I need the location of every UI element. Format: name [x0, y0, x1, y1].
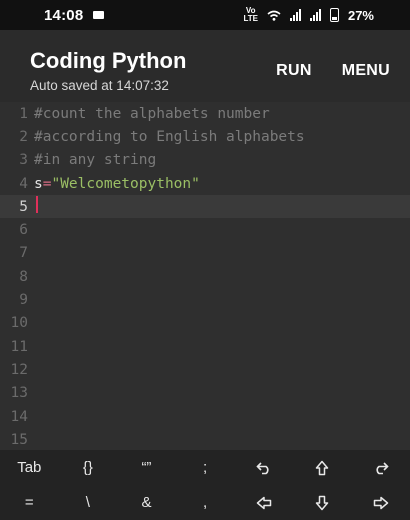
code-line[interactable]: 6 — [0, 218, 410, 241]
notification-icon — [93, 11, 105, 19]
key-row-1: Tab {} “” ; — [0, 450, 410, 485]
arrow-left-key[interactable] — [234, 485, 293, 520]
line-number: 4 — [19, 175, 28, 192]
code-identifier: s — [34, 175, 43, 192]
code-line-active[interactable]: 5 — [0, 195, 410, 219]
code-line[interactable]: 1 #count the alphabets number — [0, 102, 410, 125]
battery-icon — [329, 8, 339, 22]
code-line[interactable]: 2 #according to English alphabets — [0, 125, 410, 148]
line-number: 11 — [10, 338, 28, 355]
semicolon-key[interactable]: ; — [176, 450, 235, 485]
line-number: 12 — [10, 361, 28, 378]
code-line[interactable]: 8 — [0, 265, 410, 288]
backslash-key[interactable]: \ — [59, 485, 118, 520]
code-line[interactable]: 15 — [0, 428, 410, 450]
line-number: 10 — [10, 315, 28, 332]
tab-key[interactable]: Tab — [0, 450, 59, 485]
quotes-key[interactable]: “” — [117, 450, 176, 485]
battery-level: 27% — [347, 7, 374, 23]
signal-icon-2 — [309, 9, 321, 21]
undo-icon — [255, 461, 269, 474]
line-number: 2 — [19, 128, 28, 145]
code-comment: #in any string — [34, 152, 157, 169]
app-bar: Coding Python Auto saved at 14:07:32 RUN… — [0, 30, 410, 102]
code-line[interactable]: 12 — [0, 358, 410, 381]
arrow-down-icon — [315, 495, 329, 510]
redo-icon — [376, 461, 389, 474]
arrow-down-key[interactable] — [293, 485, 352, 520]
app-actions: RUN MENU — [276, 62, 390, 80]
code-line[interactable]: 4 s="Welcometopython" — [0, 172, 410, 195]
undo-key[interactable] — [234, 450, 293, 485]
shift-up-icon — [315, 460, 329, 475]
status-icons: Vo LTE 27% — [243, 7, 374, 23]
equals-key[interactable]: = — [0, 485, 59, 520]
comma-key[interactable]: , — [176, 485, 235, 520]
wifi-icon — [267, 10, 281, 21]
code-line[interactable]: 11 — [0, 335, 410, 358]
signal-icon-1 — [289, 9, 301, 21]
text-cursor — [36, 196, 38, 214]
line-number: 13 — [10, 385, 28, 402]
code-line[interactable]: 9 — [0, 288, 410, 311]
status-time: 14:08 — [44, 6, 84, 24]
line-number: 9 — [19, 292, 28, 309]
code-comment: #according to English alphabets — [34, 128, 305, 145]
line-number: 7 — [19, 245, 28, 262]
line-number: 8 — [19, 268, 28, 285]
code-editor[interactable]: 1 #count the alphabets number 2 #accordi… — [0, 102, 410, 450]
code-line[interactable]: 14 — [0, 405, 410, 428]
line-number: 1 — [19, 105, 28, 122]
code-line[interactable]: 3 #in any string — [0, 149, 410, 172]
shift-up-key[interactable] — [293, 450, 352, 485]
key-row-2: = \ & , — [0, 485, 410, 520]
arrow-right-icon — [373, 496, 388, 509]
line-number: 14 — [10, 408, 28, 425]
status-bar: 14:08 Vo LTE 27% — [0, 0, 410, 30]
line-number: 15 — [10, 431, 28, 448]
braces-key[interactable]: {} — [59, 450, 118, 485]
code-string: "Welcometopython" — [51, 175, 200, 192]
line-number: 3 — [19, 152, 28, 169]
arrow-left-icon — [256, 496, 271, 509]
code-line[interactable]: 10 — [0, 312, 410, 335]
code-comment: #count the alphabets number — [34, 105, 270, 122]
menu-button[interactable]: MENU — [342, 62, 390, 80]
volte-icon: Vo LTE — [243, 6, 258, 23]
arrow-right-key[interactable] — [351, 485, 410, 520]
line-number: 6 — [19, 222, 28, 239]
code-line[interactable]: 7 — [0, 242, 410, 265]
redo-key[interactable] — [351, 450, 410, 485]
code-line[interactable]: 13 — [0, 382, 410, 405]
autosave-status: Auto saved at 14:07:32 — [30, 78, 169, 93]
ampersand-key[interactable]: & — [117, 485, 176, 520]
run-button[interactable]: RUN — [276, 62, 312, 80]
line-number: 5 — [19, 198, 28, 215]
symbol-keyboard-bar: Tab {} “” ; = \ & , — [0, 450, 410, 520]
